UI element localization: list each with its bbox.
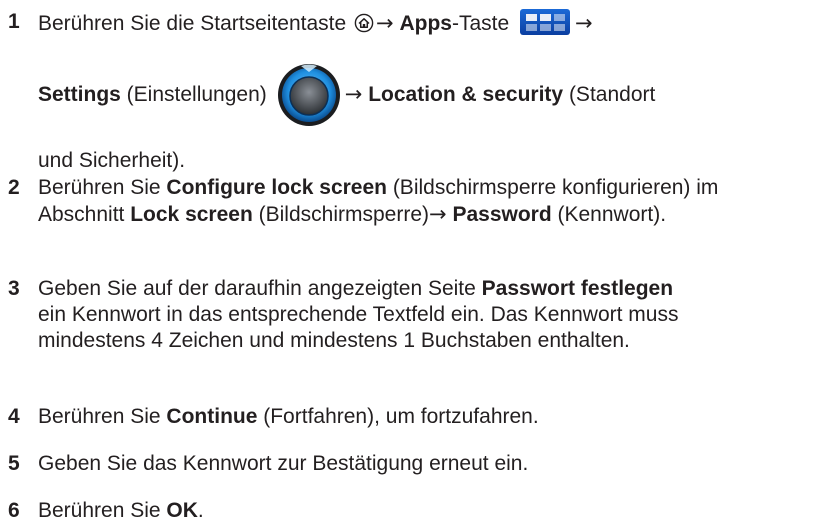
step-number: 1 bbox=[8, 10, 20, 33]
step-number: 2 bbox=[8, 176, 20, 199]
step-text: (Bildschirmsperre) bbox=[252, 203, 429, 226]
step-number: 5 bbox=[8, 452, 20, 475]
step-text: Berühren Sie die Startseitentaste bbox=[38, 12, 353, 35]
apps-icon bbox=[520, 9, 570, 35]
step-text: -Taste bbox=[451, 12, 515, 35]
step-text: ein Kennwort in das entsprechende Textfe… bbox=[38, 303, 679, 352]
step-number: 4 bbox=[8, 405, 20, 428]
step-bold: Apps bbox=[399, 12, 452, 35]
step-body: Berühren Sie Configure lock screen (Bild… bbox=[38, 175, 744, 228]
step-text: (Fortfahren), um fortzufahren. bbox=[257, 405, 539, 428]
step-bold: Settings bbox=[38, 83, 121, 106]
step-4: 4 Berühren Sie Continue (Fortfahren), um… bbox=[8, 404, 806, 430]
step-text: Berühren Sie bbox=[38, 176, 167, 199]
step-2: 2 Berühren Sie Configure lock screen (Bi… bbox=[8, 175, 744, 228]
step-1-line-2: Settings (Einstellungen) → Location & sec… bbox=[38, 63, 806, 134]
step-bold: Password bbox=[452, 203, 552, 226]
step-1: 1 Berühren Sie die Startseitentaste → Ap… bbox=[8, 9, 806, 174]
instruction-document: 1 Berühren Sie die Startseitentaste → Ap… bbox=[0, 0, 814, 531]
step-number: 6 bbox=[8, 499, 20, 522]
step-body: Berühren Sie Continue (Fortfahren), um f… bbox=[38, 404, 806, 430]
step-text: (Einstellungen) bbox=[120, 83, 267, 106]
step-bold: Continue bbox=[166, 405, 258, 428]
step-text: (Kennwort). bbox=[551, 203, 667, 226]
arrow-icon: → bbox=[575, 11, 593, 35]
step-1-line-1: Berühren Sie die Startseitentaste → Apps… bbox=[38, 9, 806, 40]
step-bold: Passwort festlegen bbox=[481, 277, 674, 300]
step-1-line-3: und Sicherheit). bbox=[38, 148, 806, 174]
arrow-icon: → bbox=[344, 82, 363, 106]
step-text: Geben Sie auf der daraufhin angezeigten … bbox=[38, 277, 482, 300]
step-body: Berühren Sie OK. bbox=[38, 498, 806, 524]
step-body: Berühren Sie die Startseitentaste → Apps… bbox=[38, 9, 806, 174]
step-bold: OK bbox=[166, 499, 198, 522]
step-text: und Sicherheit). bbox=[38, 149, 186, 172]
step-text: Geben Sie das Kennwort zur Bestätigung e… bbox=[38, 452, 529, 475]
arrow-icon: → bbox=[429, 202, 447, 226]
step-number: 3 bbox=[8, 277, 20, 300]
step-text: Berühren Sie bbox=[38, 499, 167, 522]
home-icon bbox=[354, 13, 374, 40]
step-6: 6 Berühren Sie OK. bbox=[8, 498, 806, 524]
settings-icon bbox=[277, 63, 341, 134]
step-bold: Configure lock screen bbox=[166, 176, 387, 199]
step-bold: Location & security bbox=[368, 83, 564, 106]
step-text: Berühren Sie bbox=[38, 405, 167, 428]
arrow-icon: → bbox=[376, 11, 394, 35]
step-bold: Lock screen bbox=[130, 203, 253, 226]
step-body: Geben Sie das Kennwort zur Bestätigung e… bbox=[38, 451, 806, 477]
step-body: Geben Sie auf der daraufhin angezeigten … bbox=[38, 276, 702, 354]
step-5: 5 Geben Sie das Kennwort zur Bestätigung… bbox=[8, 451, 806, 477]
step-3: 3 Geben Sie auf der daraufhin angezeigte… bbox=[8, 276, 702, 354]
step-text: (Standort bbox=[563, 83, 656, 106]
step-text: . bbox=[197, 499, 204, 522]
